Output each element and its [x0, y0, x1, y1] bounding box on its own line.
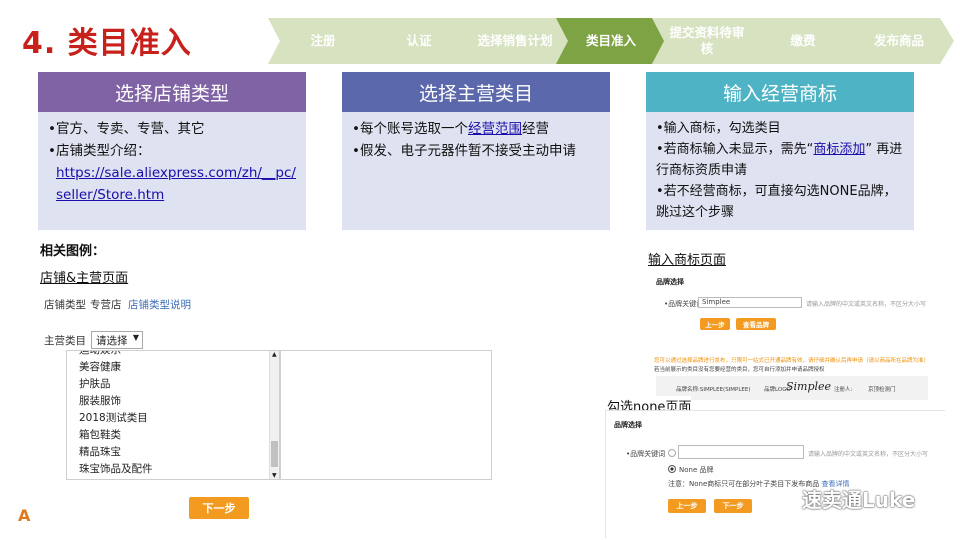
scroll-up-icon[interactable]: ▲: [272, 351, 277, 358]
step-sales-plan: 选择销售计划: [460, 18, 570, 64]
list-item[interactable]: 2018测试类目: [67, 410, 279, 427]
list-item[interactable]: 箱包鞋类: [67, 427, 279, 444]
step-publish: 发布商品: [844, 18, 954, 64]
category-list[interactable]: 运动娱乐 美容健康 护肤品 服装服饰 2018测试类目 箱包鞋类 精品珠宝 珠宝…: [66, 350, 280, 480]
brand-note-text: 若当前展示的类目没有您要经营的类目，您可自行添加并申请品牌授权: [654, 367, 825, 373]
trademark-add-link[interactable]: 商标添加: [813, 142, 865, 157]
card-main-category: 选择主营类目 •每个账号选取一个经营范围经营 •假发、电子元器件暂不接受主动申请: [342, 72, 610, 230]
brand-input-caption: 输入商标页面: [648, 253, 727, 268]
business-scope-link[interactable]: 经营范围: [468, 121, 522, 137]
page-title: 4. 类目准入: [22, 26, 192, 61]
card-store-type-body: •官方、专卖、专营、其它 •店铺类型介绍： https://sale.aliex…: [38, 112, 306, 230]
card-store-type-title: 选择店铺类型: [38, 72, 306, 112]
card-store-type: 选择店铺类型 •官方、专卖、专营、其它 •店铺类型介绍： https://sal…: [38, 72, 306, 230]
none-brand-keyword-label: •品牌关键词: [626, 450, 666, 458]
category-scrollbar[interactable]: ▲ ▼: [269, 351, 279, 479]
none-prev-button[interactable]: 上一步: [668, 499, 706, 513]
step-publish-label: 发布商品: [873, 33, 924, 48]
chevron-down-icon: ▼: [132, 333, 139, 342]
bullet-one-scope-pre: •每个账号选取一个: [352, 121, 468, 137]
main-category-label: 主营类目: [44, 335, 86, 347]
card-trademark-body: •输入商标，勾选类目 •若商标输入未显示，需先“商标添加” 再进行商标资质申请 …: [646, 112, 914, 230]
next-step-button[interactable]: 下一步: [189, 497, 249, 519]
bullet-store-intro: •店铺类型介绍：: [48, 143, 151, 159]
none-next-button[interactable]: 下一步: [714, 499, 752, 513]
none-brand-keyword-input[interactable]: [678, 445, 804, 459]
brand-section-title: 品牌选择: [656, 278, 684, 286]
step-register: 注册: [268, 18, 378, 64]
none-section-title: 品牌选择: [614, 421, 642, 429]
list-item[interactable]: 服装服饰: [67, 393, 279, 410]
step-progress-bar: 注册 认证 选择销售计划 类目准入 提交资料待审核 缴费 发布商品: [268, 18, 958, 64]
query-brand-button[interactable]: 查看品牌: [736, 318, 776, 330]
store-type-label: 店铺类型: [44, 299, 86, 311]
list-item[interactable]: 美容健康: [67, 359, 279, 376]
bullet-input-trademark: •输入商标，勾选类目: [656, 121, 781, 136]
card-trademark-title: 输入经营商标: [646, 72, 914, 112]
bullet-one-scope-post: 经营: [521, 121, 549, 137]
step-submit-review-label: 提交资料待审核: [669, 25, 745, 56]
step-category-access: 类目准入: [556, 18, 666, 64]
bullet-restricted: •假发、电子元器件暂不接受主动申请: [352, 143, 576, 159]
brand-result-row[interactable]: 品牌名称:SIMPLEE(SIMPLEE) 品牌LOGO Simplee 注册人…: [656, 376, 928, 400]
step-payment: 缴费: [748, 18, 858, 64]
bullet-store-kinds: •官方、专卖、专营、其它: [48, 121, 205, 137]
registrant-label: 注册人:: [834, 387, 853, 393]
bullet-none-brand: •若不经营商标，可直接勾选NONE品牌，跳过这个步骤: [656, 184, 897, 220]
none-brand-screenshot: 品牌选择 •品牌关键词 请输入品牌的中文或英文名称，不区分大小写 None 品牌…: [605, 410, 945, 538]
step-verify: 认证: [364, 18, 474, 64]
step-verify-label: 认证: [406, 33, 432, 48]
none-brand-option: None 品牌: [679, 466, 714, 474]
scrollbar-thumb[interactable]: [271, 441, 278, 467]
wechat-icon: [770, 489, 795, 509]
list-item[interactable]: 精品珠宝: [67, 444, 279, 461]
bullet-add-trademark: •若商标输入未显示，需先“商标添加” 再进行商标资质申请: [654, 139, 906, 181]
brand-name-label: 品牌名称:SIMPLEE(SIMPLEE): [676, 387, 751, 393]
step-register-label: 注册: [310, 33, 336, 48]
subcategory-list[interactable]: [280, 350, 492, 480]
brand-warning-text: 您可以通过选择品牌进行发布，只限可一站式已开通品牌有效，请仔细并确认后再申请（请…: [654, 358, 930, 364]
keyword-radio[interactable]: [668, 449, 676, 457]
brand-logo-image: Simplee: [786, 380, 832, 393]
brand-keyword-input[interactable]: Simplee: [698, 297, 802, 308]
prev-button[interactable]: 上一步: [700, 318, 730, 330]
list-item[interactable]: 珠宝饰品及配件: [67, 461, 279, 478]
list-item[interactable]: 运动娱乐: [67, 351, 279, 359]
none-brand-radio[interactable]: [668, 465, 676, 473]
select-placeholder: 请选择: [96, 334, 128, 347]
bullet-add-trademark-pre: •若商标输入未显示，需先“: [656, 142, 814, 157]
store-type-link[interactable]: https://sale.aliexpress.com/zh/__pc/sell…: [56, 165, 296, 203]
step-sales-plan-label: 选择销售计划: [477, 33, 553, 48]
step-payment-label: 缴费: [790, 33, 816, 48]
examples-heading: 相关图例：: [40, 244, 106, 259]
step-submit-review: 提交资料待审核: [652, 18, 762, 64]
step-category-access-label: 类目准入: [585, 33, 636, 48]
corner-letter: A: [18, 506, 31, 525]
watermark-text: 速卖通Luke: [802, 488, 916, 512]
registrant-value: 京顶检测门: [868, 387, 896, 393]
store-type-value: 专营店: [90, 299, 122, 311]
none-input-hint: 请输入品牌的中文或英文名称，不区分大小写: [808, 451, 929, 458]
store-page-caption: 店铺&主营页面: [40, 271, 129, 286]
brand-input-screenshot: 品牌选择 •品牌关键词 Simplee 请输入品牌的中文或英文名称，不区分大小写…: [648, 270, 930, 406]
watermark: 速卖通Luke: [770, 484, 915, 513]
card-main-category-body: •每个账号选取一个经营范围经营 •假发、电子元器件暂不接受主动申请: [342, 112, 610, 230]
scroll-down-icon[interactable]: ▼: [272, 472, 277, 479]
bullet-one-scope: •每个账号选取一个经营范围经营: [350, 118, 602, 140]
card-trademark: 输入经营商标 •输入商标，勾选类目 •若商标输入未显示，需先“商标添加” 再进行…: [646, 72, 914, 230]
list-item[interactable]: 护肤品: [67, 376, 279, 393]
brand-input-hint: 请输入品牌的中文或英文名称，不区分大小写: [806, 301, 927, 308]
main-category-select[interactable]: 请选择 ▼: [91, 331, 143, 349]
store-type-explain-link[interactable]: 店铺类型说明: [128, 297, 191, 312]
card-main-category-title: 选择主营类目: [342, 72, 610, 112]
